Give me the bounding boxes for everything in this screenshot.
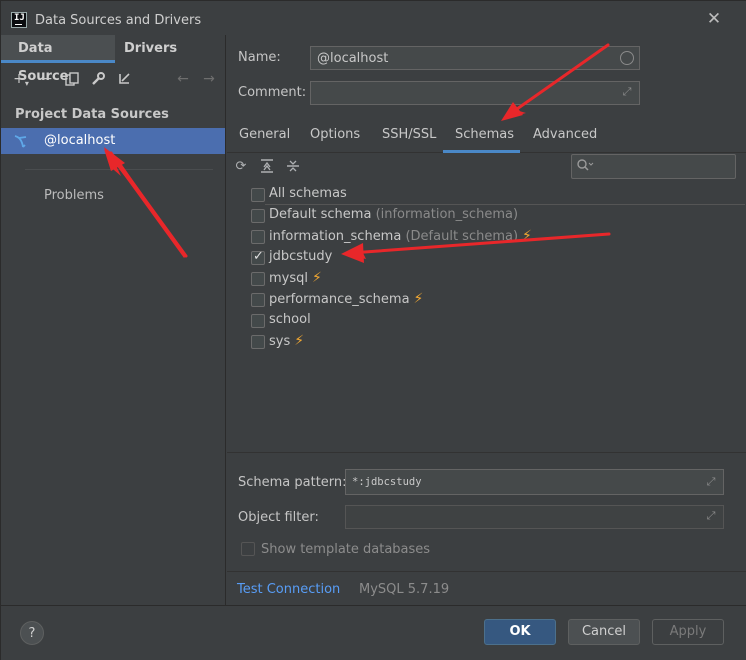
checkbox[interactable] xyxy=(251,188,265,202)
tab-data-sources[interactable]: Data Sources xyxy=(1,35,115,84)
expand-icon[interactable]: ⤢ xyxy=(704,475,718,489)
object-filter-label: Object filter: xyxy=(238,510,319,525)
cancel-button[interactable]: Cancel xyxy=(568,619,640,645)
expand-all-icon[interactable] xyxy=(259,159,275,175)
dialog-footer: ? OK Cancel Apply xyxy=(1,605,746,660)
close-icon[interactable]: ✕ xyxy=(706,11,722,28)
checkbox[interactable] xyxy=(251,314,265,328)
schema-name: All schemas xyxy=(269,186,347,201)
right-panel: Name: @localhost Comment: ⤢ General Opti… xyxy=(227,35,746,605)
divider xyxy=(227,452,746,453)
help-button[interactable]: ? xyxy=(20,621,44,645)
tab-advanced[interactable]: Advanced xyxy=(520,123,600,153)
color-circle-icon[interactable] xyxy=(620,51,634,65)
schema-hint: (information_schema) xyxy=(375,207,519,222)
mysql-dolphin-icon xyxy=(14,135,27,148)
checkbox[interactable] xyxy=(251,335,265,349)
schema-name: mysql xyxy=(269,271,308,286)
intellij-app-icon: IJ xyxy=(11,12,27,28)
object-filter-field[interactable]: ⤢ xyxy=(345,505,724,529)
checkbox[interactable] xyxy=(251,272,265,286)
apply-button[interactable]: Apply xyxy=(652,619,724,645)
tab-general[interactable]: General xyxy=(227,123,297,153)
left-tab-bar: Data Sources Drivers xyxy=(1,35,225,84)
settings-tab-bar: General Options SSH/SSL Schemas Advanced xyxy=(227,123,746,153)
move-to-icon[interactable] xyxy=(115,69,133,89)
window-title: Data Sources and Drivers xyxy=(35,13,202,28)
duplicate-icon[interactable] xyxy=(63,69,81,89)
checkbox-checked[interactable] xyxy=(251,249,265,265)
tab-schemas[interactable]: Schemas xyxy=(443,123,520,153)
divider xyxy=(227,571,746,572)
lightning-icon: ⚡ xyxy=(312,270,322,286)
expand-icon[interactable]: ⤢ xyxy=(620,85,634,99)
divider xyxy=(265,204,745,205)
checkbox[interactable] xyxy=(251,230,265,244)
lightning-icon: ⚡ xyxy=(413,291,424,307)
comment-field[interactable]: ⤢ xyxy=(310,81,640,105)
divider xyxy=(25,169,213,170)
data-source-row-localhost[interactable]: @localhost xyxy=(1,128,225,154)
db-version: MySQL 5.7.19 xyxy=(359,582,450,597)
lightning-icon: ⚡ xyxy=(294,333,305,349)
checkbox[interactable] xyxy=(251,209,265,223)
project-data-sources-heading: Project Data Sources xyxy=(15,107,169,122)
schema-search-input[interactable] xyxy=(571,154,736,179)
data-source-label: @localhost xyxy=(44,133,116,148)
schema-name: jdbcstudy xyxy=(269,249,333,264)
schema-name: school xyxy=(269,312,311,327)
forward-arrow-icon[interactable]: → xyxy=(200,69,218,89)
add-icon[interactable]: +▾ xyxy=(12,69,30,89)
comment-label: Comment: xyxy=(238,85,307,100)
show-template-label: Show template databases xyxy=(261,542,431,557)
name-label: Name: xyxy=(238,50,281,65)
dialog-window: IJ Data Sources and Drivers ✕ Data Sourc… xyxy=(0,0,746,660)
schema-pattern-value: *:jdbcstudy xyxy=(352,476,422,488)
title-bar: IJ Data Sources and Drivers ✕ xyxy=(1,1,746,35)
expand-icon[interactable]: ⤢ xyxy=(704,509,718,523)
wrench-icon[interactable] xyxy=(89,69,107,89)
show-template-checkbox[interactable] xyxy=(241,542,255,556)
ok-button[interactable]: OK xyxy=(484,619,556,645)
name-value: @localhost xyxy=(317,51,389,66)
back-arrow-icon[interactable]: ← xyxy=(174,69,192,89)
problems-item[interactable]: Problems xyxy=(44,188,104,203)
schema-name: performance_schema xyxy=(269,292,410,307)
schema-list: All schemas Default schema (information_… xyxy=(227,183,746,453)
left-panel: Data Sources Drivers +▾ − ← → Project Da… xyxy=(1,35,226,605)
lightning-icon: ⚡ xyxy=(522,228,532,244)
tab-options[interactable]: Options xyxy=(297,123,370,153)
schema-pattern-field[interactable]: *:jdbcstudy ⤢ xyxy=(345,469,724,495)
schema-name: information_schema xyxy=(269,229,402,244)
schema-toolbar: ⟳ xyxy=(227,154,746,182)
tab-drivers[interactable]: Drivers xyxy=(115,35,205,63)
schema-name: Default schema xyxy=(269,207,372,222)
checkbox[interactable] xyxy=(251,293,265,307)
refresh-icon[interactable]: ⟳ xyxy=(233,159,249,175)
remove-icon[interactable]: − xyxy=(38,69,56,89)
search-icon xyxy=(576,158,596,174)
tab-ssh-ssl[interactable]: SSH/SSL xyxy=(370,123,444,153)
test-connection-link[interactable]: Test Connection xyxy=(237,582,340,597)
schema-name: sys xyxy=(269,334,291,349)
name-field[interactable]: @localhost xyxy=(310,46,640,70)
schema-hint: (Default schema) xyxy=(405,229,519,244)
left-toolbar: +▾ − ← → xyxy=(1,69,225,93)
schema-pattern-label: Schema pattern: xyxy=(238,475,347,490)
collapse-all-icon[interactable] xyxy=(285,159,301,175)
